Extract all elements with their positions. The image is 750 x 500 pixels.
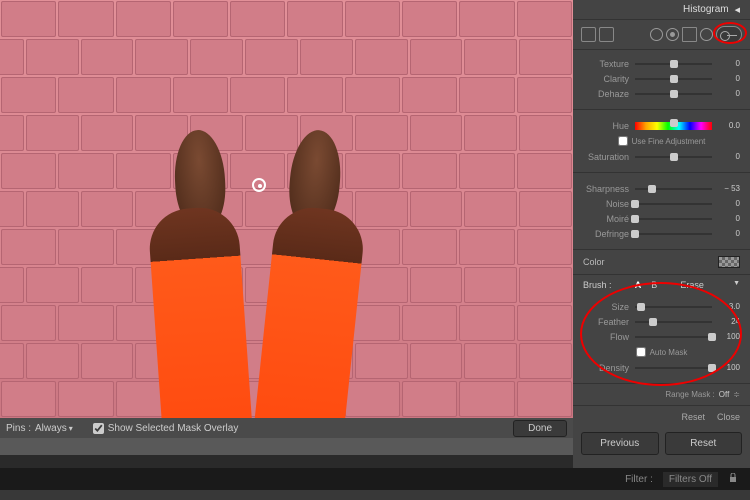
triangle-collapse-icon: ◀: [735, 6, 740, 14]
clarity-slider[interactable]: Clarity0: [583, 71, 740, 86]
spot-tool-icon[interactable]: [599, 27, 614, 42]
hue-slider[interactable]: Hue0.0: [583, 118, 740, 133]
range-mask-dropdown[interactable]: Range Mask : Off ≑: [573, 386, 750, 403]
brush-label: Brush :: [583, 280, 612, 290]
pins-label: Pins :: [6, 423, 31, 434]
brush-header: Brush : A B Erase ▼: [573, 277, 750, 293]
done-button[interactable]: Done: [513, 420, 567, 437]
graduated-filter-icon[interactable]: [682, 27, 697, 42]
filmstrip[interactable]: [0, 490, 750, 500]
adjustment-brush-tool[interactable]: [716, 26, 742, 43]
previous-button[interactable]: Previous: [581, 432, 659, 455]
histogram-panel-header[interactable]: Histogram ◀: [573, 0, 750, 20]
show-mask-overlay-checkbox[interactable]: Show Selected Mask Overlay: [93, 423, 239, 434]
auto-mask-checkbox[interactable]: Auto Mask: [583, 344, 740, 360]
filter-label: Filter :: [625, 474, 653, 485]
preview-toolbar: Pins : Always ▾ Show Selected Mask Overl…: [0, 418, 573, 438]
brush-close-link[interactable]: Close: [717, 412, 740, 422]
brush-tab-a[interactable]: A: [635, 280, 642, 290]
color-picker-row[interactable]: Color: [573, 252, 750, 272]
reset-button[interactable]: Reset: [665, 432, 743, 455]
triangle-down-icon[interactable]: ▼: [733, 280, 740, 290]
overlay-checkbox-input[interactable]: [93, 423, 104, 434]
local-adjustment-toolstrip: [573, 20, 750, 50]
brush-density-slider[interactable]: Density100: [583, 360, 740, 375]
crop-tool-icon[interactable]: [581, 27, 596, 42]
chevron-down-icon: ▾: [69, 424, 73, 433]
redeye-tool-icon[interactable]: [650, 28, 663, 41]
moire-slider[interactable]: Moiré0: [583, 211, 740, 226]
sharpness-slider[interactable]: Sharpness− 53: [583, 181, 740, 196]
reset-close-row: Reset Close: [573, 408, 750, 426]
fine-adjustment-checkbox[interactable]: Use Fine Adjustment: [583, 133, 740, 149]
color-swatch[interactable]: [718, 256, 740, 268]
noise-slider[interactable]: Noise0: [583, 196, 740, 211]
brush-flow-slider[interactable]: Flow100: [583, 329, 740, 344]
image-preview[interactable]: [0, 0, 573, 438]
defringe-slider[interactable]: Defringe0: [583, 226, 740, 241]
lock-icon[interactable]: [728, 473, 738, 486]
pins-dropdown[interactable]: Always: [35, 423, 67, 434]
develop-preview-area: Pins : Always ▾ Show Selected Mask Overl…: [0, 0, 573, 455]
saturation-slider[interactable]: Saturation0: [583, 149, 740, 164]
radial-tool-icon[interactable]: [700, 28, 713, 41]
brush-erase[interactable]: Erase: [680, 280, 704, 290]
develop-right-panel: Histogram ◀ Texture0 Clarity0 Dehaze0 Hu…: [573, 0, 750, 500]
panel-bottom-buttons: Previous Reset: [573, 426, 750, 461]
library-filter-bar: Filter : Filters Off: [0, 468, 750, 490]
chevron-down-icon: ≑: [733, 390, 740, 399]
photo-leg: [147, 205, 253, 438]
brush-tab-b[interactable]: B: [651, 280, 657, 290]
radial-filter-icon[interactable]: [666, 28, 679, 41]
dehaze-slider[interactable]: Dehaze0: [583, 86, 740, 101]
filter-dropdown[interactable]: Filters Off: [663, 472, 718, 487]
color-label: Color: [583, 257, 605, 267]
brush-reset-link[interactable]: Reset: [681, 412, 705, 422]
texture-slider[interactable]: Texture0: [583, 56, 740, 71]
overlay-label: Show Selected Mask Overlay: [108, 423, 239, 434]
brush-feather-slider[interactable]: Feather24: [583, 314, 740, 329]
brush-size-slider[interactable]: Size3.0: [583, 299, 740, 314]
histogram-title: Histogram: [683, 4, 729, 15]
adjustment-pin[interactable]: [252, 178, 266, 192]
